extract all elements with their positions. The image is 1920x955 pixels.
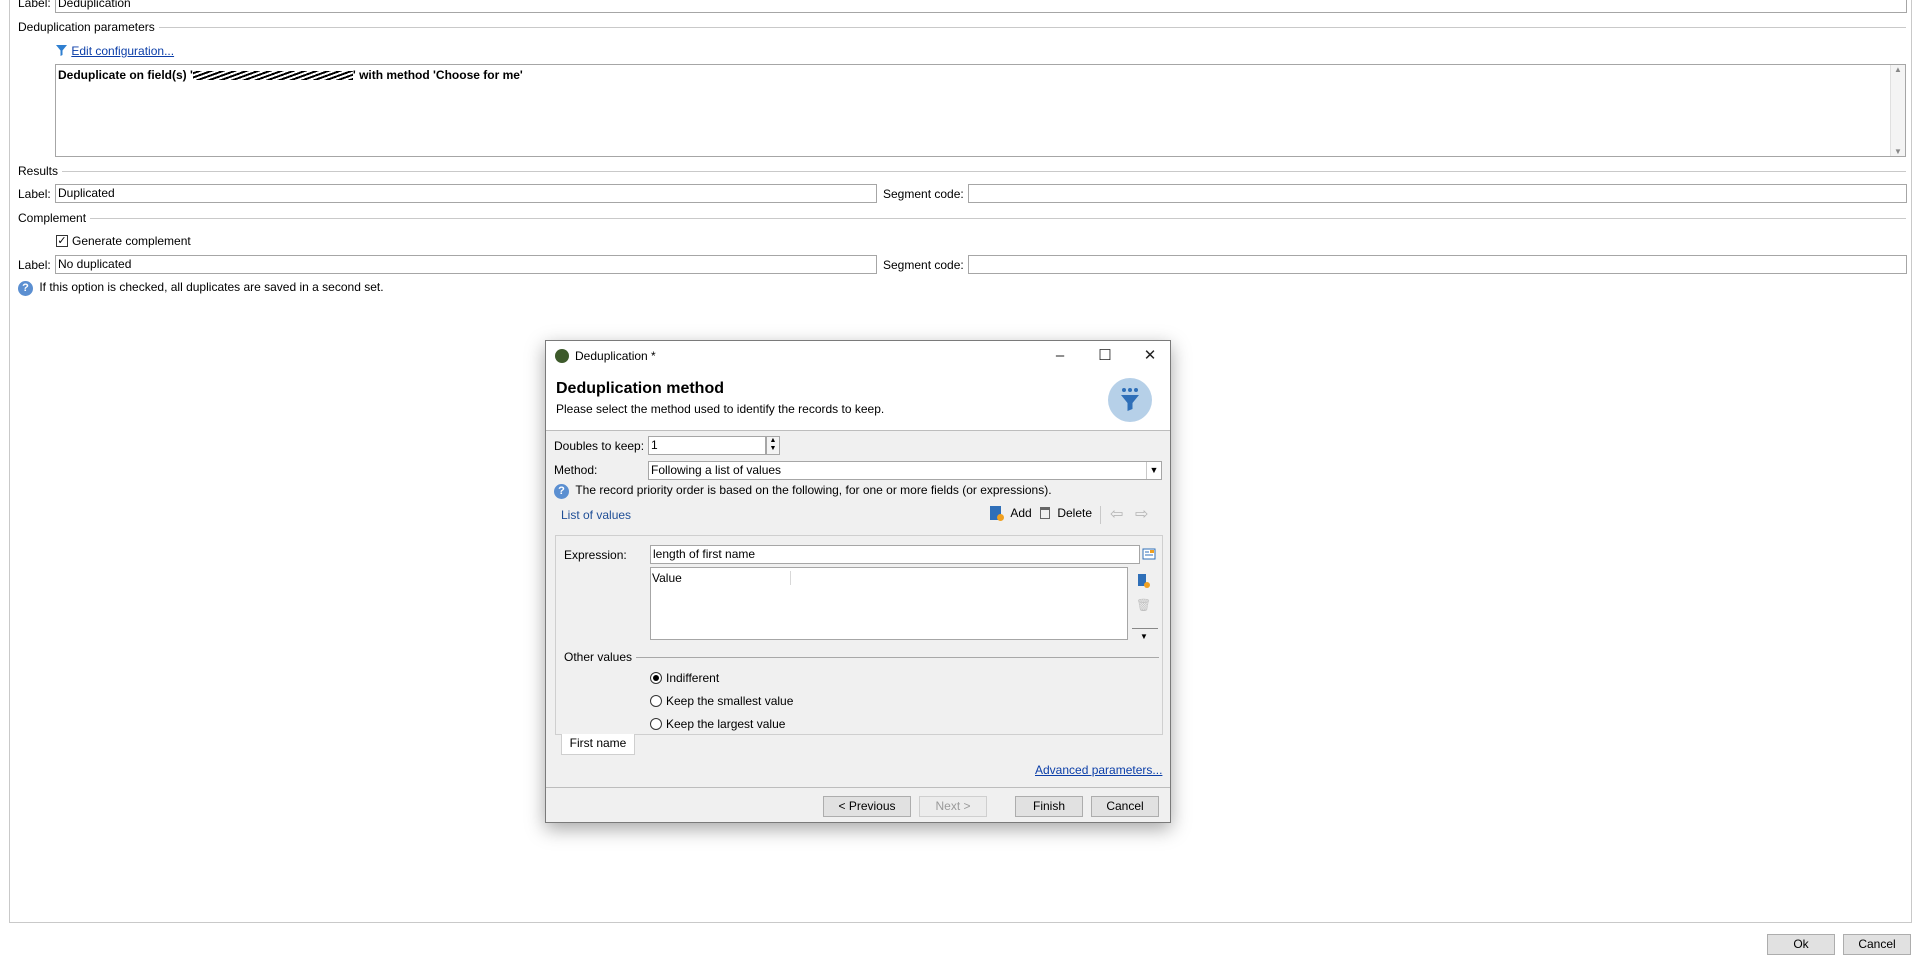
expression-label: Expression: — [564, 548, 627, 562]
move-left-icon[interactable]: ⇦ — [1110, 504, 1123, 524]
summary-scrollbar[interactable]: ▲ ▼ — [1890, 65, 1905, 156]
toolbar-divider — [1100, 506, 1101, 524]
trash-icon — [1040, 507, 1050, 519]
add-value-icon[interactable] — [1136, 573, 1150, 589]
app-icon — [555, 349, 569, 363]
info-text: The record priority order is based on th… — [575, 483, 1052, 497]
filter-icon — [56, 45, 67, 56]
radio-button-keep-smallest[interactable] — [650, 695, 662, 707]
complement-segment-input[interactable] — [968, 255, 1907, 274]
complement-label-input[interactable]: No duplicated — [55, 255, 877, 274]
results-label-label: Label: — [18, 187, 51, 201]
cancel-button[interactable]: Cancel — [1843, 934, 1911, 955]
method-label: Method: — [554, 463, 598, 477]
advanced-parameters-link[interactable]: Advanced parameters... — [1035, 763, 1162, 777]
dialog-title: Deduplication * — [575, 349, 656, 363]
generate-complement-label: Generate complement — [72, 234, 191, 248]
close-icon[interactable]: ✕ — [1130, 345, 1170, 367]
value-list[interactable]: Value — [650, 567, 1128, 640]
dedup-parameters-section: Deduplication parameters — [18, 20, 1906, 34]
chevron-down-icon[interactable]: ▼ — [1146, 462, 1161, 479]
deduplication-icon — [1108, 378, 1152, 422]
dedup-summary-box[interactable]: Deduplicate on field(s) ' ' with method '… — [55, 64, 1906, 157]
method-select[interactable]: Following a list of values ▼ — [648, 461, 1162, 480]
move-right-icon[interactable]: ⇨ — [1135, 504, 1148, 524]
info-icon: ? — [554, 484, 569, 499]
value-panel: Expression: length of first name Value 🗑… — [555, 535, 1163, 735]
add-button[interactable]: Add — [990, 506, 1032, 521]
info-row: ? The record priority order is based on … — [554, 483, 1052, 499]
value-list-divider — [1132, 628, 1158, 629]
label-input[interactable]: Deduplication — [55, 0, 1907, 13]
radio-button-indifferent[interactable] — [650, 672, 662, 684]
generate-complement-checkbox[interactable]: ✓ — [56, 235, 68, 247]
radio-label-indifferent: Indifferent — [666, 671, 720, 685]
ok-button[interactable]: Ok — [1767, 934, 1835, 955]
method-value: Following a list of values — [651, 463, 782, 477]
previous-button[interactable]: < Previous — [823, 796, 911, 817]
scroll-down-icon[interactable]: ▼ — [1891, 147, 1905, 156]
value-dropdown-icon[interactable]: ▼ — [1140, 632, 1148, 641]
dialog-header: Deduplication method Please select the m… — [546, 371, 1170, 431]
add-label: Add — [1010, 506, 1032, 520]
label-label: Label: — [18, 0, 51, 10]
add-icon — [990, 506, 1004, 521]
radio-button-keep-largest[interactable] — [650, 718, 662, 730]
results-segment-label: Segment code: — [883, 187, 964, 201]
stepper-down-icon[interactable]: ▼ — [767, 445, 779, 453]
scroll-up-icon[interactable]: ▲ — [1891, 65, 1905, 74]
radio-label-keep-largest: Keep the largest value — [666, 717, 786, 731]
value-column-header[interactable]: Value — [651, 571, 791, 585]
list-toolbar: List of values Add Delete ⇦ ⇨ — [555, 502, 1163, 528]
expression-editor-icon[interactable] — [1142, 547, 1156, 561]
doubles-label: Doubles to keep: — [554, 439, 645, 453]
dedup-summary-text: Deduplicate on field(s) ' ' with method '… — [58, 68, 523, 82]
help-text: If this option is checked, all duplicate… — [39, 280, 384, 294]
deduplication-dialog: Deduplication * – ☐ ✕ Deduplication meth… — [545, 340, 1171, 823]
help-icon: ? — [18, 281, 33, 296]
results-segment-input[interactable] — [968, 184, 1907, 203]
dialog-subheading: Please select the method used to identif… — [556, 402, 885, 416]
redacted-field-names — [192, 71, 353, 80]
expression-input[interactable]: length of first name — [650, 545, 1140, 564]
minimize-icon[interactable]: – — [1040, 345, 1080, 367]
maximize-icon[interactable]: ☐ — [1085, 345, 1125, 367]
complement-section: Complement — [18, 211, 1906, 225]
edit-configuration-link[interactable]: Edit configuration... — [71, 44, 174, 58]
doubles-input[interactable]: 1 — [648, 436, 766, 455]
help-row: ? If this option is checked, all duplica… — [18, 280, 384, 296]
edit-configuration[interactable]: Edit configuration... — [55, 44, 174, 58]
other-values-section: Other values — [564, 650, 1159, 664]
results-label-input[interactable]: Duplicated — [55, 184, 877, 203]
next-button[interactable]: Next > — [919, 796, 987, 817]
delete-label: Delete — [1057, 506, 1093, 520]
dialog-titlebar[interactable]: Deduplication * – ☐ ✕ — [546, 341, 1170, 371]
tab-first-name[interactable]: First name — [561, 734, 635, 755]
dialog-heading: Deduplication method — [556, 380, 724, 397]
delete-value-icon[interactable]: 🗑 — [1136, 598, 1151, 612]
doubles-stepper[interactable]: ▲ ▼ — [766, 436, 780, 455]
complement-label-label: Label: — [18, 258, 51, 272]
stepper-up-icon[interactable]: ▲ — [767, 437, 779, 445]
dialog-footer-divider — [546, 787, 1170, 788]
finish-button[interactable]: Finish — [1015, 796, 1083, 817]
list-title: List of values — [561, 508, 632, 522]
dialog-cancel-button[interactable]: Cancel — [1091, 796, 1159, 817]
results-section: Results — [18, 164, 1906, 178]
radio-label-keep-smallest: Keep the smallest value — [666, 694, 794, 708]
complement-segment-label: Segment code: — [883, 258, 964, 272]
delete-button[interactable]: Delete — [1040, 506, 1092, 520]
